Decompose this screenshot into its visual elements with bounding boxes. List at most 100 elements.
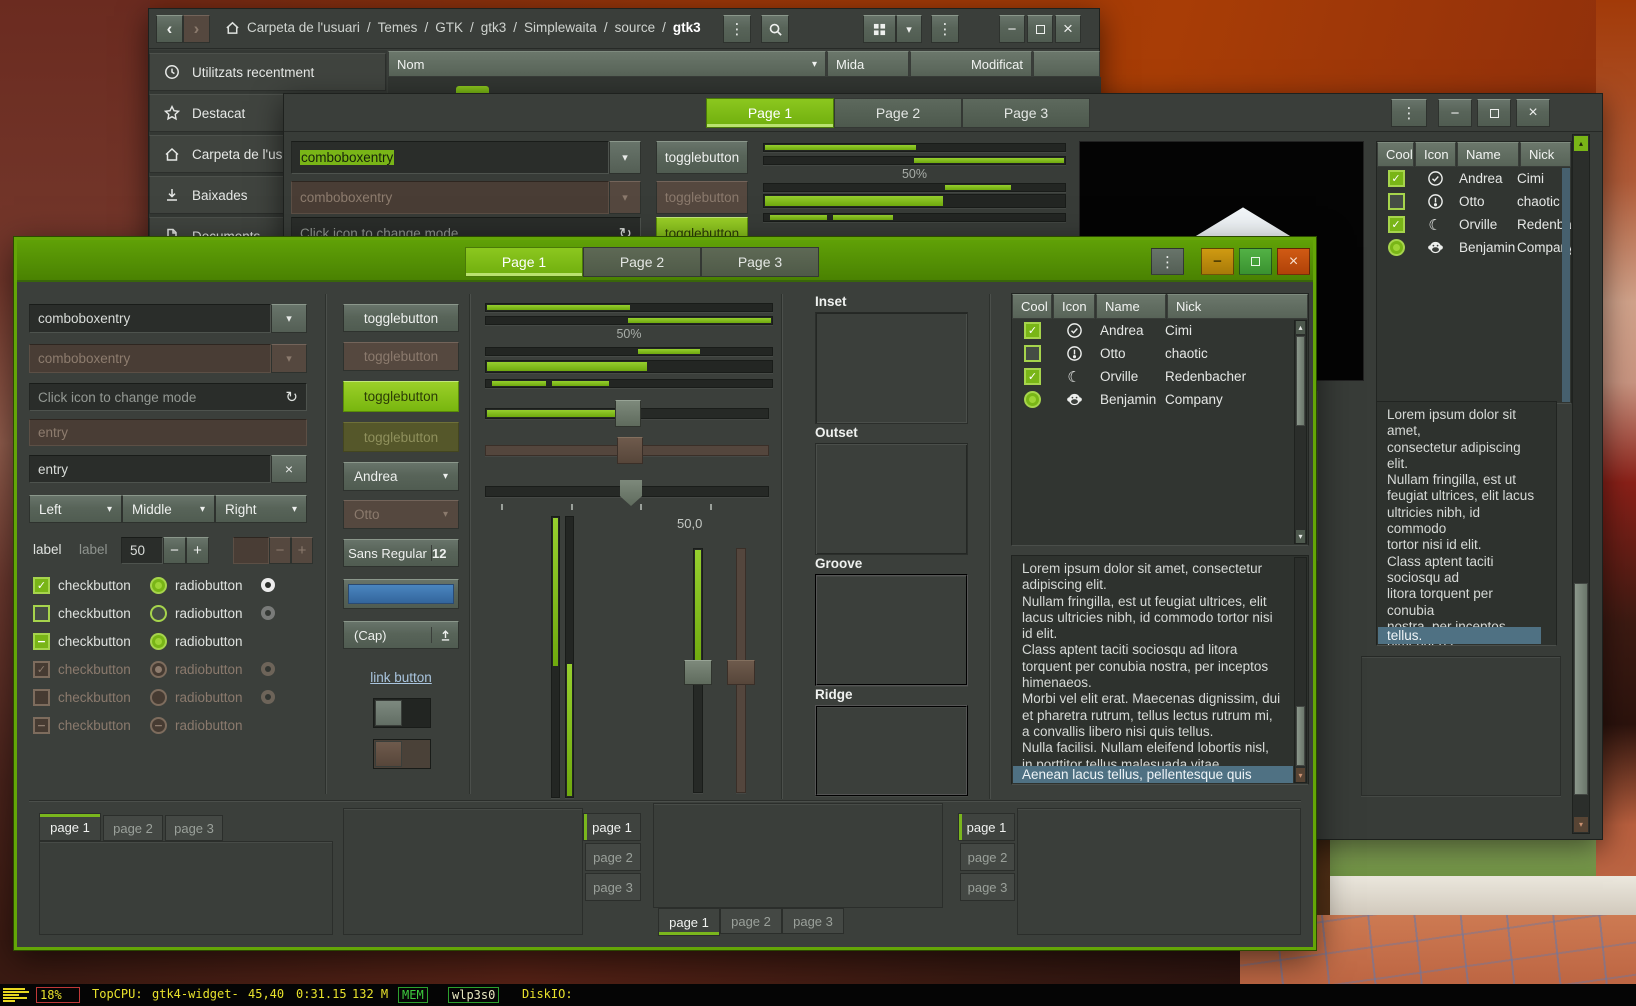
comboboxentry-dropdown[interactable]: ▾ xyxy=(271,304,307,333)
radiobutton-label[interactable]: radiobutton xyxy=(175,606,261,621)
switch-off[interactable] xyxy=(373,698,431,728)
maximize-button[interactable] xyxy=(1239,248,1272,275)
checkbutton-label[interactable]: checkbutton xyxy=(58,662,150,677)
notebook2-tab-page2[interactable]: page 2 xyxy=(585,843,641,871)
radiobutton-unselected[interactable] xyxy=(150,605,167,622)
cell-checkbox-unchecked[interactable] xyxy=(1024,345,1041,362)
scale-pin-handle[interactable] xyxy=(620,480,642,506)
close-button[interactable]: × xyxy=(1516,99,1550,127)
notebook4-tab-page1[interactable]: page 1 xyxy=(958,813,1015,841)
textview-scrollbar[interactable]: ▾ xyxy=(1294,557,1307,783)
scroll-down-button[interactable]: ▾ xyxy=(1296,768,1305,782)
notebook3-tab-page1[interactable]: page 1 xyxy=(658,908,720,936)
status-menu-icon[interactable] xyxy=(3,988,29,1002)
togglebutton-disabled[interactable]: togglebutton xyxy=(656,181,748,214)
name-combobox[interactable]: Andrea▾ xyxy=(343,462,459,491)
cell-radio-selected[interactable] xyxy=(1388,239,1405,256)
togglebutton-active[interactable]: togglebutton xyxy=(343,381,459,412)
switch-handle[interactable] xyxy=(375,741,402,767)
menu-button[interactable]: ⋮ xyxy=(1391,99,1427,127)
column-header-size[interactable]: Mida xyxy=(827,51,909,77)
tab-page1[interactable]: Page 1 xyxy=(465,247,583,277)
radio-indicator[interactable] xyxy=(261,578,275,592)
cell-checkbox-checked[interactable]: ✓ xyxy=(1024,368,1041,385)
comboboxentry-disabled[interactable]: comboboxentry xyxy=(291,181,609,214)
breadcrumb-segment[interactable]: Temes xyxy=(378,20,418,35)
radiobutton-indeterminate[interactable] xyxy=(150,633,167,650)
comboboxentry-disabled-dropdown[interactable]: ▾ xyxy=(271,344,307,373)
cell-checkbox-unchecked[interactable] xyxy=(1388,193,1405,210)
notebook1-tab-page1[interactable]: page 1 xyxy=(39,813,101,841)
comboboxentry-disabled-dropdown[interactable]: ▾ xyxy=(609,181,641,214)
column-header-name[interactable]: Nom ▾ xyxy=(388,51,826,77)
scroll-down-button[interactable]: ▾ xyxy=(1574,817,1588,832)
breadcrumb-segment[interactable]: source xyxy=(615,20,656,35)
radiobutton-label[interactable]: radiobutton xyxy=(175,578,261,593)
file-chooser-button[interactable]: (Cap) xyxy=(343,621,459,649)
column-header-modified[interactable]: Modificat xyxy=(910,51,1032,77)
view-options-dropdown[interactable]: ▾ xyxy=(896,15,922,43)
togglebutton-disabled[interactable]: togglebutton xyxy=(343,342,459,371)
name-combobox-disabled[interactable]: Otto▾ xyxy=(343,500,459,529)
vertical-scale-disabled-handle[interactable] xyxy=(727,660,755,685)
tree-row[interactable]: Benjamin Company xyxy=(1377,236,1571,259)
radiobutton-disabled-indeterminate[interactable]: − xyxy=(150,717,167,734)
scrollbar-thumb[interactable] xyxy=(1296,336,1305,426)
spinbutton-disabled-value[interactable] xyxy=(233,537,269,564)
tree-row[interactable]: ✓ ☾ Orville Redenbacher xyxy=(1012,365,1308,388)
notebook1-tab-page2[interactable]: page 2 xyxy=(103,815,163,841)
tree-row[interactable]: ✓ Andrea Cimi xyxy=(1012,319,1308,342)
close-button[interactable]: × xyxy=(1277,248,1310,275)
breadcrumb-segment[interactable]: GTK xyxy=(435,20,463,35)
align-middle-button[interactable]: Middle▾ xyxy=(122,495,215,523)
maximize-button[interactable] xyxy=(1477,99,1511,127)
tab-page3[interactable]: Page 3 xyxy=(701,247,819,277)
comboboxentry-input[interactable]: comboboxentry xyxy=(29,304,271,333)
close-button[interactable]: × xyxy=(1055,15,1081,43)
scroll-up-button[interactable]: ▴ xyxy=(1296,321,1305,334)
checkbutton-label[interactable]: checkbutton xyxy=(58,578,150,593)
togglebutton-active-disabled[interactable]: togglebutton xyxy=(343,422,459,452)
column-header-cool[interactable]: Cool xyxy=(1377,142,1414,167)
icon-mode-entry[interactable]: Click icon to change mode ↻ xyxy=(29,383,307,411)
font-button[interactable]: Sans Regular 12 xyxy=(343,539,459,567)
cell-checkbox-checked[interactable]: ✓ xyxy=(1024,322,1041,339)
checkbutton-indeterminate[interactable]: − xyxy=(33,633,50,650)
column-header-icon[interactable]: Icon xyxy=(1053,294,1095,319)
align-left-button[interactable]: Left▾ xyxy=(29,495,122,523)
checkbutton-disabled-checked[interactable]: ✓ xyxy=(33,661,50,678)
forward-button[interactable]: › xyxy=(183,15,210,43)
tab-page3[interactable]: Page 3 xyxy=(962,98,1090,128)
link-button[interactable]: link button xyxy=(343,669,459,685)
tree-row[interactable]: ✓ ☾ Orville Redenbacher xyxy=(1377,213,1571,236)
align-right-button[interactable]: Right▾ xyxy=(215,495,307,523)
notebook3-tab-page2[interactable]: page 2 xyxy=(720,908,782,934)
checkbutton-label[interactable]: checkbutton xyxy=(58,634,150,649)
menu-button[interactable]: ⋮ xyxy=(723,15,751,43)
togglebutton[interactable]: togglebutton xyxy=(656,141,748,174)
radio-indicator-disabled[interactable] xyxy=(261,662,275,676)
back-button[interactable]: ‹ xyxy=(156,15,183,43)
checkbutton-label[interactable]: checkbutton xyxy=(58,718,150,733)
scrollbar-thumb[interactable] xyxy=(1296,706,1305,766)
tree-row[interactable]: ✓ Andrea Cimi xyxy=(1377,167,1571,190)
tab-page1[interactable]: Page 1 xyxy=(706,98,834,128)
checkbutton-label[interactable]: checkbutton xyxy=(58,606,150,621)
entry-disabled[interactable]: entry xyxy=(29,419,307,446)
spinbutton-disabled-increment[interactable]: + xyxy=(291,537,313,564)
notebook2-tab-page3[interactable]: page 3 xyxy=(585,873,641,901)
radio-indicator-disabled[interactable] xyxy=(261,690,275,704)
radiobutton-label[interactable]: radiobutton xyxy=(175,634,261,649)
checkbutton-checked[interactable]: ✓ xyxy=(33,577,50,594)
color-button[interactable] xyxy=(343,579,459,609)
treeview-scrollbar[interactable]: ▴ ▾ xyxy=(1294,320,1307,544)
scroll-up-button[interactable]: ▴ xyxy=(1574,136,1588,151)
refresh-icon[interactable]: ↻ xyxy=(285,388,298,406)
column-header-name[interactable]: Name xyxy=(1096,294,1166,319)
minimize-button[interactable]: − xyxy=(1438,99,1472,127)
view-grid-button[interactable] xyxy=(863,15,896,43)
tab-page2[interactable]: Page 2 xyxy=(834,98,962,128)
radiobutton-label[interactable]: radiobutton xyxy=(175,690,261,705)
radiobutton-disabled-selected[interactable] xyxy=(150,661,167,678)
column-header-nick[interactable]: Nick xyxy=(1167,294,1308,319)
